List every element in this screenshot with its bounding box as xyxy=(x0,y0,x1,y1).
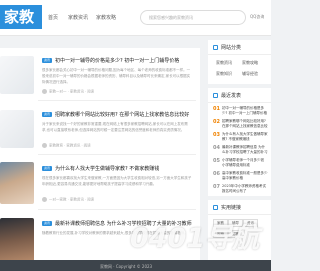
post-title[interactable]: 为什么有人找大学生做辅导家教? 不做家教赚钱 xyxy=(55,165,195,172)
recent-post-title[interactable]: 2023年中小学教师资格考试报名时间公布了 xyxy=(222,184,268,194)
category-link[interactable]: 家教攻略 xyxy=(242,60,258,66)
rank-number: 06 xyxy=(213,171,220,177)
recent-post-title[interactable]: 为什么有人找大学生做辅导家教? 不做家教赚钱 xyxy=(222,132,268,142)
category-tag[interactable]: 资讯 xyxy=(42,166,52,171)
category-link[interactable]: 家教资讯 xyxy=(216,60,232,66)
avatar xyxy=(42,197,47,202)
category-tag[interactable]: 资讯 xyxy=(42,112,52,117)
rank-number: 02 xyxy=(213,119,220,125)
qq-contact-link[interactable]: QQ咨询 xyxy=(250,14,264,20)
category-tag[interactable]: 资讯 xyxy=(42,58,52,63)
sidebar-heading: 网站分类 xyxy=(213,44,241,51)
sidebar-heading-text: 实用链接 xyxy=(221,205,242,211)
post-thumbnail[interactable] xyxy=(0,56,34,94)
avatar xyxy=(42,89,47,94)
post-thumbnail[interactable] xyxy=(0,110,34,148)
divider xyxy=(38,154,196,155)
rank-number: 04 xyxy=(213,145,220,151)
post-title[interactable]: 初中一对一辅导的价格是多少? 初中一对一上门辅导价格 xyxy=(55,57,195,64)
sidebar-heading-text: 最近发表 xyxy=(221,93,242,99)
post-meta-text: 家教一对一 · 家教资讯 · 阅读 xyxy=(49,89,95,94)
nav-guides[interactable]: 家教攻略 xyxy=(96,14,116,21)
divider xyxy=(38,209,196,210)
search-input[interactable]: 搜索您感兴趣的家教资讯 xyxy=(140,10,246,25)
post-meta: 家教一对一 · 家教资讯 · 阅读 xyxy=(42,89,94,95)
list-icon xyxy=(213,93,218,98)
divider xyxy=(208,214,271,215)
post-excerpt: 很多家长都会关心初中一对一辅导的价格问题,因为每个地区、每个老师的收费标准都不一… xyxy=(42,68,191,84)
rank-number: 05 xyxy=(213,158,220,164)
category-tag[interactable]: 资讯 xyxy=(42,221,52,226)
sidebar-heading-text: 网站分类 xyxy=(221,45,242,51)
avatar xyxy=(42,143,47,148)
post-thumbnail[interactable] xyxy=(0,218,34,262)
sidebar-categories: 网站分类 家教资讯 家教攻略 家教知识 辅导经验 xyxy=(208,40,271,84)
recent-post-title[interactable]: 最新补课教师招聘信息 为什么补习学校招聘了大量的补习教师 xyxy=(222,145,268,155)
rank-number: 07 xyxy=(213,184,220,190)
post-excerpt: 对于家长来说找一个好的家教非常重要,现在网络上有很多家教招聘网站,家长可以在网上… xyxy=(42,122,188,132)
post-meta-text: 一对一家教 · 家教资讯 · 阅读 xyxy=(49,197,95,202)
top-navbar: 家教 首页 家教资讯 家教攻略 搜索您感兴趣的家教资讯 QQ咨询 xyxy=(0,0,271,36)
nav-news[interactable]: 家教资讯 xyxy=(68,14,88,21)
rank-number: 03 xyxy=(213,132,220,138)
sidebar-heading: 实用链接 xyxy=(213,204,241,211)
post-meta: 家教教育 · 家教资讯 · 阅读 xyxy=(42,143,91,149)
category-link[interactable]: 辅导经验 xyxy=(242,71,258,77)
recent-post-title[interactable]: 高中家教收费标准一般是多少 高中家教价格 xyxy=(222,171,268,181)
category-link[interactable]: 家教知识 xyxy=(216,71,232,77)
post-meta: 一对一家教 · 家教资讯 · 阅读 xyxy=(42,197,94,203)
footer-copyright: 家教网 · Copyright © 2023 xyxy=(100,264,153,269)
post-meta-text: 家教教育 · 家教资讯 · 阅读 xyxy=(49,143,91,148)
post-excerpt: 现在很多家长都喜欢找大学生来做家教,一方面是因为大学生收费相对较低,另一方面大学… xyxy=(42,176,192,186)
sidebar-heading: 最近发表 xyxy=(213,92,241,99)
divider xyxy=(38,100,196,101)
divider xyxy=(208,54,271,55)
sidebar-recent-posts: 最近发表 01 初中一对一辅导的价格是多少? 初中一对一上门辅导价格 02 招聘家教… xyxy=(208,88,271,196)
nav-home[interactable]: 首页 xyxy=(48,14,58,21)
link-icon xyxy=(213,205,218,210)
recent-post-title[interactable]: 招聘家教哪个网站比较好用? 在那个网站上找家教信息比较好 xyxy=(222,119,268,129)
recent-post-title[interactable]: 小学辅导老师一个月多少钱 小学辅导费用标准 xyxy=(222,158,268,168)
rank-number: 01 xyxy=(213,106,220,112)
recent-post-title[interactable]: 初中一对一辅导的价格是多少? 初中一对一上门辅导价格 xyxy=(222,106,268,116)
post-thumbnail[interactable] xyxy=(0,162,34,204)
watermark-url: www.0401.com xyxy=(150,250,181,255)
post-title[interactable]: 招聘家教哪个网站比较好用? 在那个网站上找家教信息比较好 xyxy=(55,111,195,118)
divider xyxy=(208,102,271,103)
site-logo[interactable]: 家教 xyxy=(0,5,42,29)
folder-icon xyxy=(213,45,218,50)
